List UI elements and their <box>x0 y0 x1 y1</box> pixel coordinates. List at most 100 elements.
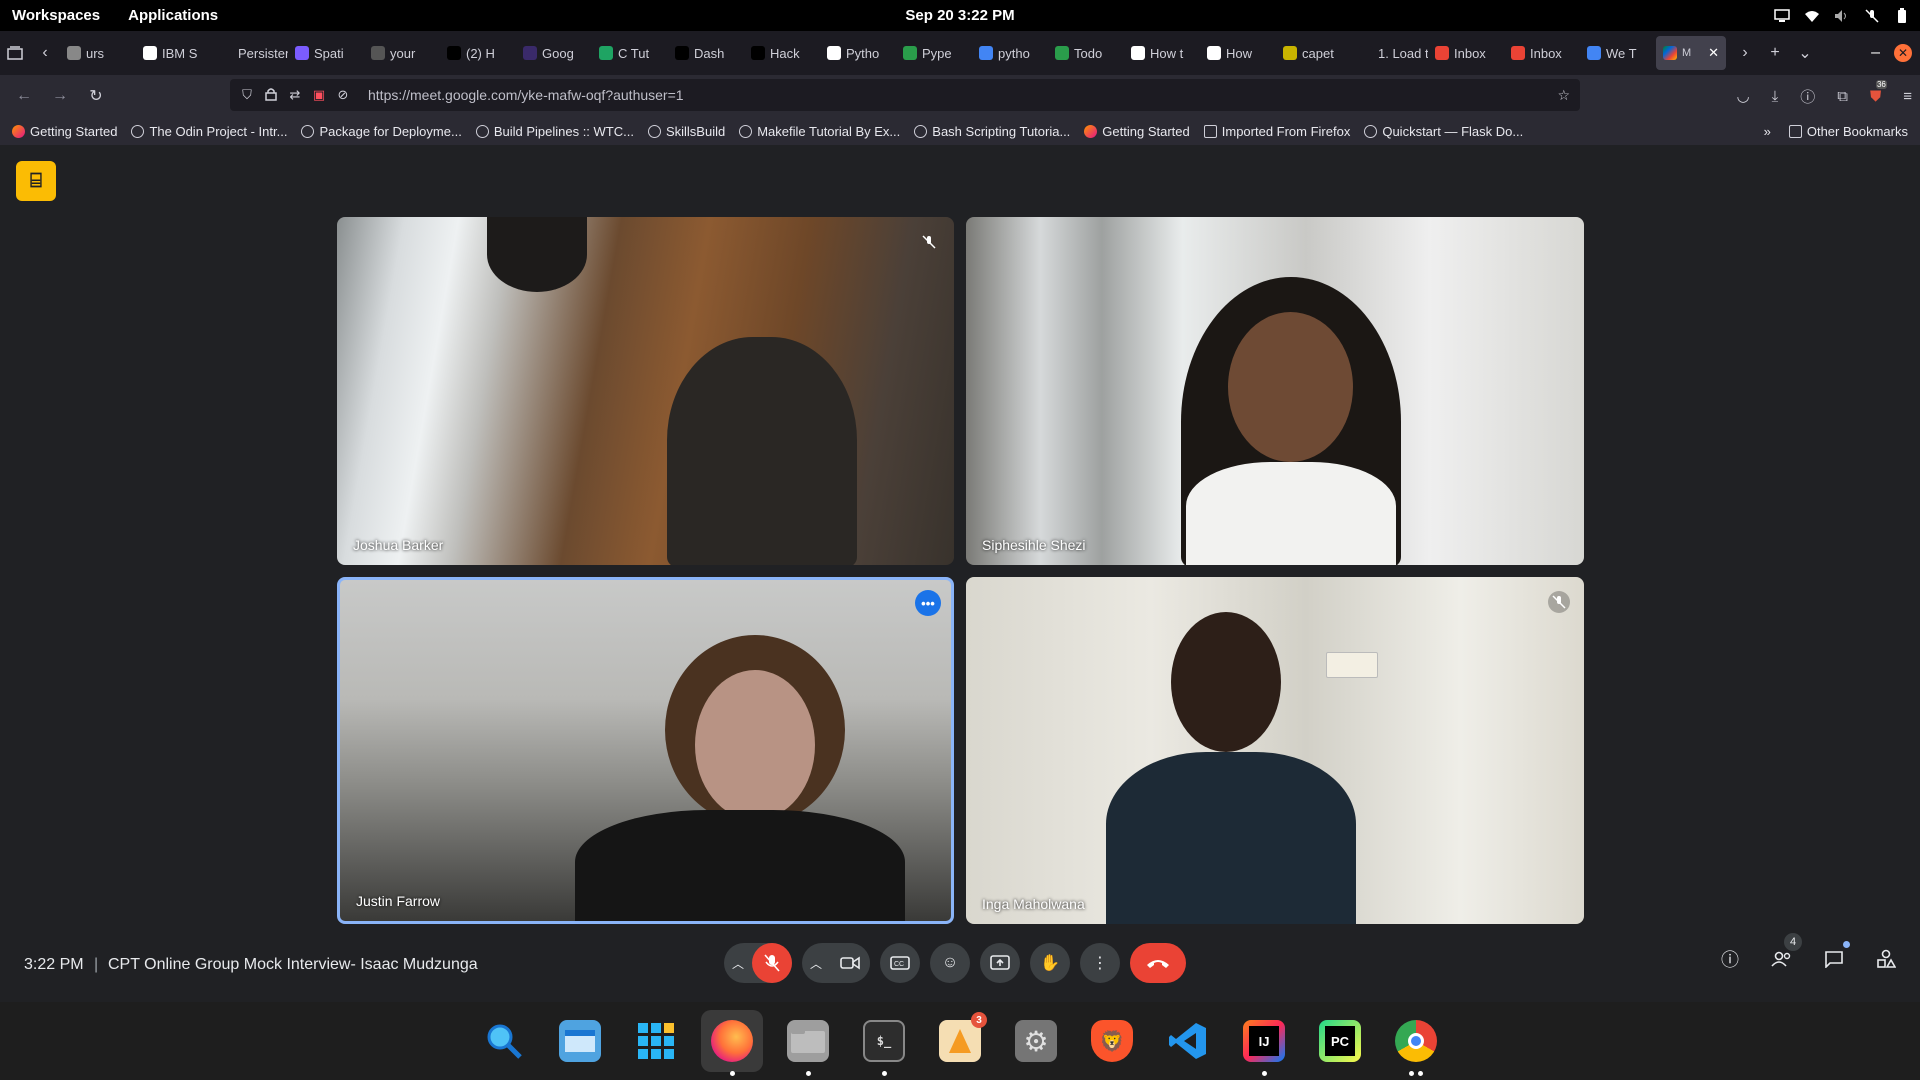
bookmark-item[interactable]: The Odin Project - Intr... <box>131 124 287 139</box>
vscode-icon[interactable] <box>1157 1010 1219 1072</box>
terminal-icon[interactable]: $_ <box>853 1010 915 1076</box>
chrome-icon[interactable] <box>1385 1010 1447 1076</box>
tab-overview-icon[interactable] <box>0 38 30 68</box>
browser-tab[interactable]: Persisten <box>212 36 288 70</box>
people-button[interactable]: 4 <box>1768 933 1802 973</box>
browser-tab[interactable]: Inbox <box>1504 36 1580 70</box>
reactions-button[interactable]: ☺ <box>930 943 970 983</box>
more-options-button[interactable]: ⋮ <box>1080 943 1120 983</box>
browser-tab[interactable]: urs <box>60 36 136 70</box>
app-menu-icon[interactable]: ≡ <box>1903 88 1912 105</box>
meeting-details-button[interactable]: ⓘ <box>1716 945 1744 973</box>
display-icon[interactable] <box>1774 8 1790 24</box>
leave-call-button[interactable] <box>1130 943 1186 983</box>
participant-tile-justin[interactable]: ••• Justin Farrow <box>337 577 954 924</box>
browser-tab[interactable]: Pype <box>896 36 972 70</box>
scroll-tabs-right-icon[interactable]: › <box>1730 38 1760 68</box>
search-icon[interactable] <box>473 1010 535 1072</box>
bookmark-item[interactable]: Build Pipelines :: WTC... <box>475 124 634 139</box>
info-extension-icon[interactable]: ⓘ <box>1800 86 1815 107</box>
battery-icon[interactable] <box>1894 7 1910 24</box>
browser-tab[interactable]: Goog <box>516 36 592 70</box>
bookmark-item[interactable]: Package for Deployme... <box>301 124 462 139</box>
folder-icon[interactable] <box>777 1010 839 1076</box>
brave-icon[interactable]: 🦁 <box>1081 1010 1143 1072</box>
close-window-icon[interactable]: ✕ <box>1894 44 1912 62</box>
settings-icon[interactable]: ⚙ <box>1005 1010 1067 1072</box>
reload-icon[interactable]: ↻ <box>78 78 114 114</box>
workspaces-menu[interactable]: Workspaces <box>12 7 100 24</box>
microphone-toggle-button[interactable] <box>752 943 792 983</box>
system-clock[interactable]: Sep 20 3:22 PM <box>0 7 1920 24</box>
video-options-chevron-icon[interactable]: ︿ <box>802 955 830 972</box>
pycharm-icon[interactable]: PC <box>1309 1010 1371 1072</box>
browser-tab[interactable]: Todo <box>1048 36 1124 70</box>
bookmark-item[interactable]: SkillsBuild <box>647 124 725 139</box>
raise-hand-button[interactable]: ✋ <box>1030 943 1070 983</box>
captions-button[interactable]: CC <box>880 943 920 983</box>
browser-tab[interactable]: Dash <box>668 36 744 70</box>
present-screen-button[interactable] <box>980 943 1020 983</box>
bookmark-item[interactable]: Bash Scripting Tutoria... <box>914 124 1070 139</box>
more-options-icon[interactable]: ••• <box>915 590 941 616</box>
new-tab-icon[interactable]: + <box>1760 38 1790 68</box>
browser-tab[interactable]: Spati <box>288 36 364 70</box>
files-icon[interactable] <box>549 1010 611 1072</box>
browser-tab[interactable]: C Tut <box>592 36 668 70</box>
forward-icon[interactable]: → <box>42 78 78 114</box>
browser-tab[interactable]: pytho <box>972 36 1048 70</box>
tracking-shield-icon[interactable]: ⛉ <box>240 87 254 103</box>
bookmark-item[interactable]: Makefile Tutorial By Ex... <box>739 124 900 139</box>
browser-tab[interactable]: capet <box>1276 36 1352 70</box>
bookmark-star-icon[interactable]: ☆ <box>1557 87 1570 104</box>
app-grid-icon[interactable] <box>625 1010 687 1072</box>
browser-tab[interactable]: your <box>364 36 440 70</box>
list-all-tabs-icon[interactable]: ⌄ <box>1790 38 1820 68</box>
activities-button[interactable] <box>1872 945 1900 973</box>
wifi-icon[interactable] <box>1804 8 1820 24</box>
bookmark-item[interactable]: Quickstart — Flask Do... <box>1364 124 1523 139</box>
permissions-icon[interactable]: ⇄ <box>288 87 302 103</box>
ublock-icon[interactable]: ⛊ 36 <box>1870 79 1887 105</box>
microphone-blocked-icon[interactable]: ⊘ <box>336 87 350 103</box>
pocket-icon[interactable]: ◡ <box>1737 87 1750 105</box>
audio-options-chevron-icon[interactable]: ︿ <box>724 955 752 972</box>
downloads-icon[interactable]: ⤓ <box>1772 88 1779 105</box>
browser-tab[interactable]: (2) H <box>440 36 516 70</box>
minimize-window-icon[interactable]: – <box>1871 44 1880 62</box>
bookmark-item[interactable]: Imported From Firefox <box>1203 124 1350 139</box>
extensions-icon[interactable]: ⧉ <box>1837 88 1848 105</box>
browser-tab[interactable]: We T <box>1580 36 1656 70</box>
camera-toggle-button[interactable] <box>830 943 870 983</box>
scroll-tabs-left-icon[interactable]: ‹ <box>30 38 60 68</box>
browser-tab[interactable]: Inbox <box>1428 36 1504 70</box>
microphone-muted-icon[interactable] <box>1864 8 1880 24</box>
tab-google-meet[interactable]: M ✕ <box>1656 36 1726 70</box>
browser-tab[interactable]: Pytho <box>820 36 896 70</box>
url-text[interactable]: https://meet.google.com/yke-mafw-oqf?aut… <box>368 87 684 103</box>
browser-tab[interactable]: Hack <box>744 36 820 70</box>
participant-tile-joshua[interactable]: Joshua Barker <box>337 217 954 565</box>
applications-menu[interactable]: Applications <box>128 7 218 24</box>
volume-icon[interactable] <box>1834 8 1850 24</box>
door-exit-icon[interactable]: ⌸ <box>16 161 56 201</box>
firefox-icon[interactable] <box>701 1010 763 1076</box>
other-bookmarks-folder[interactable]: Other Bookmarks <box>1788 124 1908 139</box>
participant-tile-inga[interactable]: Inga Maholwana <box>966 577 1584 924</box>
camera-sharing-icon[interactable]: ▣ <box>312 87 326 103</box>
intellij-icon[interactable]: IJ <box>1233 1010 1295 1076</box>
more-bookmarks-icon[interactable]: » <box>1764 124 1771 139</box>
browser-tab[interactable]: How <box>1200 36 1276 70</box>
app-store-icon[interactable]: 3 <box>929 1010 991 1072</box>
browser-tab[interactable]: How t <box>1124 36 1200 70</box>
close-tab-icon[interactable]: ✕ <box>1708 45 1719 61</box>
address-bar[interactable]: ⛉ ⇄ ▣ ⊘ https://meet.google.com/yke-mafw… <box>230 79 1580 111</box>
browser-tab[interactable]: IBM S <box>136 36 212 70</box>
chat-button[interactable] <box>1820 941 1850 973</box>
back-icon[interactable]: ← <box>6 78 42 114</box>
lock-icon[interactable] <box>264 87 278 104</box>
browser-tab[interactable]: 1. Load t <box>1352 36 1428 70</box>
participant-tile-siphesihle[interactable]: Siphesihle Shezi <box>966 217 1584 565</box>
bookmark-item[interactable]: Getting Started <box>1084 124 1190 139</box>
bookmark-item[interactable]: Getting Started <box>12 124 117 139</box>
